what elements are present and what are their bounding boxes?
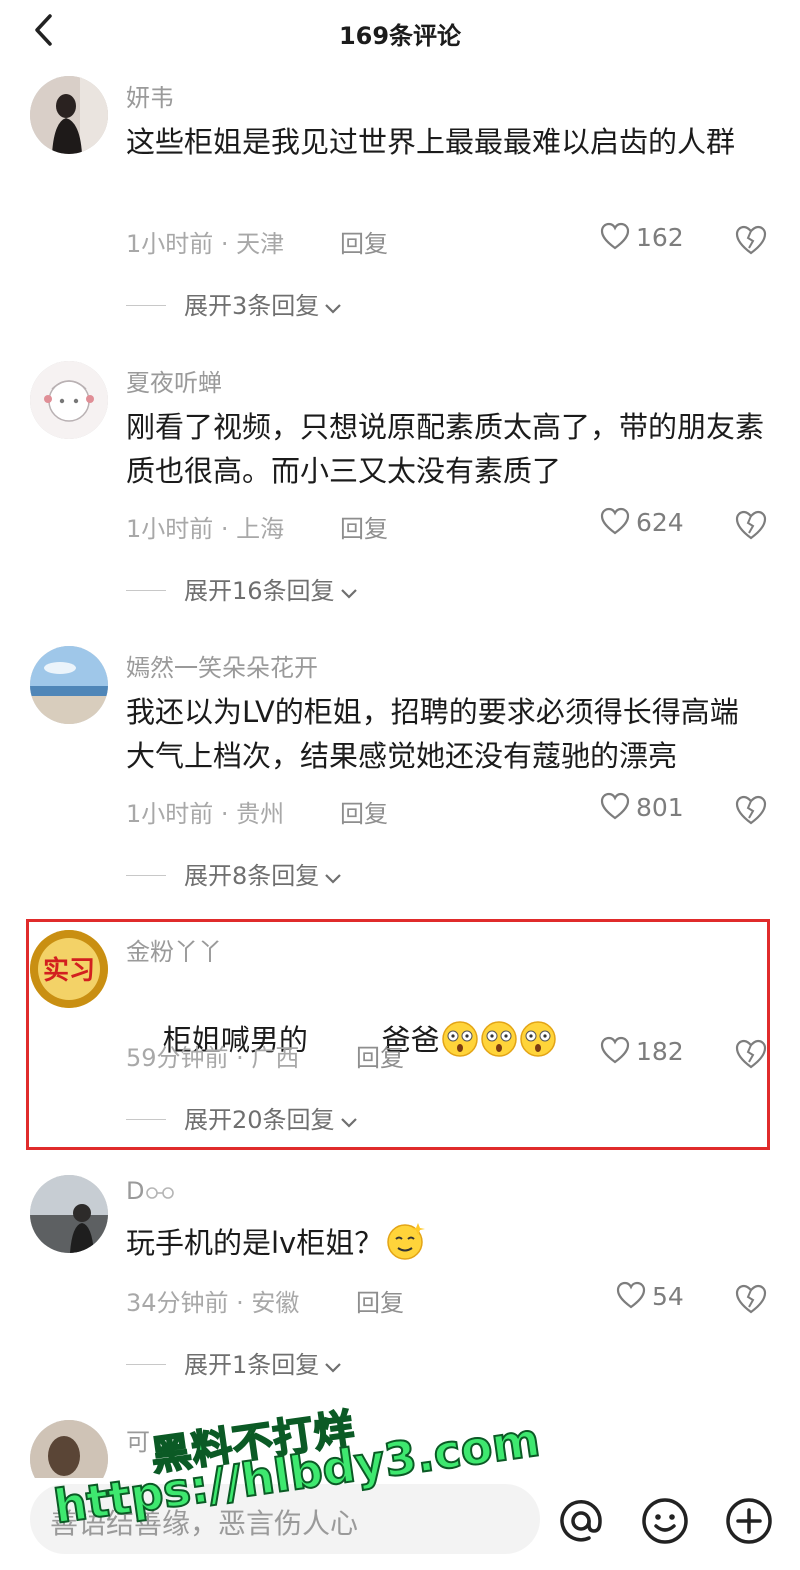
comment-text: 玩手机的是lv柜姐？: [126, 1219, 766, 1265]
chevron-down-icon: [325, 874, 342, 884]
dislike-broken-heart-icon[interactable]: [734, 1283, 768, 1315]
dislike-broken-heart-icon[interactable]: [734, 224, 768, 256]
avatar[interactable]: [30, 1175, 108, 1253]
comment-time-location: 1小时前 · 天津: [126, 230, 285, 258]
heart-icon: [616, 1281, 646, 1309]
expand-replies-button[interactable]: 展开1条回复: [126, 1345, 343, 1380]
smug-face-emoji-icon: [387, 1223, 426, 1260]
like-button[interactable]: 801: [600, 792, 684, 822]
comment-time-location: 1小时前 · 贵州: [126, 800, 285, 828]
comment-text: 刚看了视频，只想说原配素质太高了，带的朋友素质也很高。而小三又太没有素质了: [126, 410, 765, 488]
emoji-smiley-icon[interactable]: [640, 1496, 690, 1546]
heart-icon: [600, 222, 630, 250]
heart-icon: [600, 1036, 630, 1064]
like-count: 182: [636, 1037, 684, 1066]
comment-username-text: D: [126, 1177, 145, 1205]
comment-username[interactable]: 夏夜听蝉: [126, 363, 222, 398]
glasses-icon: [146, 1187, 175, 1199]
dislike-broken-heart-icon[interactable]: [734, 509, 768, 541]
chevron-down-icon: [340, 1118, 357, 1128]
like-button[interactable]: 162: [600, 222, 684, 252]
comment-username[interactable]: 嫣然一笑朵朵花开: [126, 648, 318, 683]
avatar[interactable]: 实习: [30, 930, 108, 1008]
comment-time-location: 34分钟前 · 安徽: [126, 1289, 300, 1317]
page-title: 169条评论: [338, 22, 462, 50]
like-count: 162: [636, 223, 684, 252]
like-button[interactable]: 624: [600, 507, 684, 537]
expand-replies-label: 展开20条回复: [184, 1106, 335, 1134]
dizzy-face-emoji-icon: [441, 1021, 478, 1057]
comment-username[interactable]: 妍韦: [126, 78, 174, 113]
avatar[interactable]: [30, 361, 108, 439]
like-count: 801: [636, 793, 684, 822]
reply-button[interactable]: 回复: [356, 1283, 404, 1318]
comment-username[interactable]: D: [126, 1177, 176, 1205]
reply-button[interactable]: 回复: [356, 1038, 404, 1073]
reply-button[interactable]: 回复: [340, 794, 388, 829]
like-button[interactable]: 54: [616, 1281, 684, 1311]
add-plus-icon[interactable]: [724, 1496, 774, 1546]
chevron-down-icon: [325, 304, 342, 314]
heart-icon: [600, 507, 630, 535]
expand-replies-button[interactable]: 展开8条回复: [126, 856, 343, 891]
dizzy-face-emoji-icon: [519, 1021, 556, 1057]
expand-replies-label: 展开8条回复: [184, 862, 320, 890]
expand-replies-button[interactable]: 展开3条回复: [126, 286, 343, 321]
like-count: 624: [636, 508, 684, 537]
comment-time-location: 59分钟前 · 广西: [126, 1044, 300, 1072]
dislike-broken-heart-icon[interactable]: [734, 794, 768, 826]
comment-time-location: 1小时前 · 上海: [126, 515, 285, 543]
comment-text: 这些柜姐是我见过世界上最最最难以启齿的人群: [126, 125, 736, 159]
comment-username[interactable]: 金粉丫丫: [126, 932, 222, 967]
avatar[interactable]: [30, 76, 108, 154]
comment-text: 我还以为LV的柜姐，招聘的要求必须得长得高端大气上档次，结果感觉她还没有蔻驰的漂…: [126, 695, 739, 773]
at-mention-icon[interactable]: [556, 1496, 606, 1546]
heart-icon: [600, 792, 630, 820]
dislike-broken-heart-icon[interactable]: [734, 1038, 768, 1070]
reply-button[interactable]: 回复: [340, 509, 388, 544]
reply-button[interactable]: 回复: [340, 224, 388, 259]
expand-replies-label: 展开3条回复: [184, 292, 320, 320]
expand-replies-label: 展开1条回复: [184, 1351, 320, 1379]
expand-replies-label: 展开16条回复: [184, 577, 335, 605]
chevron-down-icon: [340, 589, 357, 599]
chevron-down-icon: [325, 1363, 342, 1373]
avatar-text: 实习: [43, 955, 95, 986]
like-button[interactable]: 182: [600, 1036, 684, 1066]
like-count: 54: [652, 1282, 684, 1311]
comment-text-content: 玩手机的是lv柜姐？: [126, 1226, 384, 1260]
dizzy-face-emoji-icon: [480, 1021, 517, 1057]
avatar[interactable]: [30, 646, 108, 724]
header: 169条评论: [0, 0, 800, 64]
expand-replies-button[interactable]: 展开20条回复: [126, 1100, 359, 1135]
expand-replies-button[interactable]: 展开16条回复: [126, 571, 359, 606]
